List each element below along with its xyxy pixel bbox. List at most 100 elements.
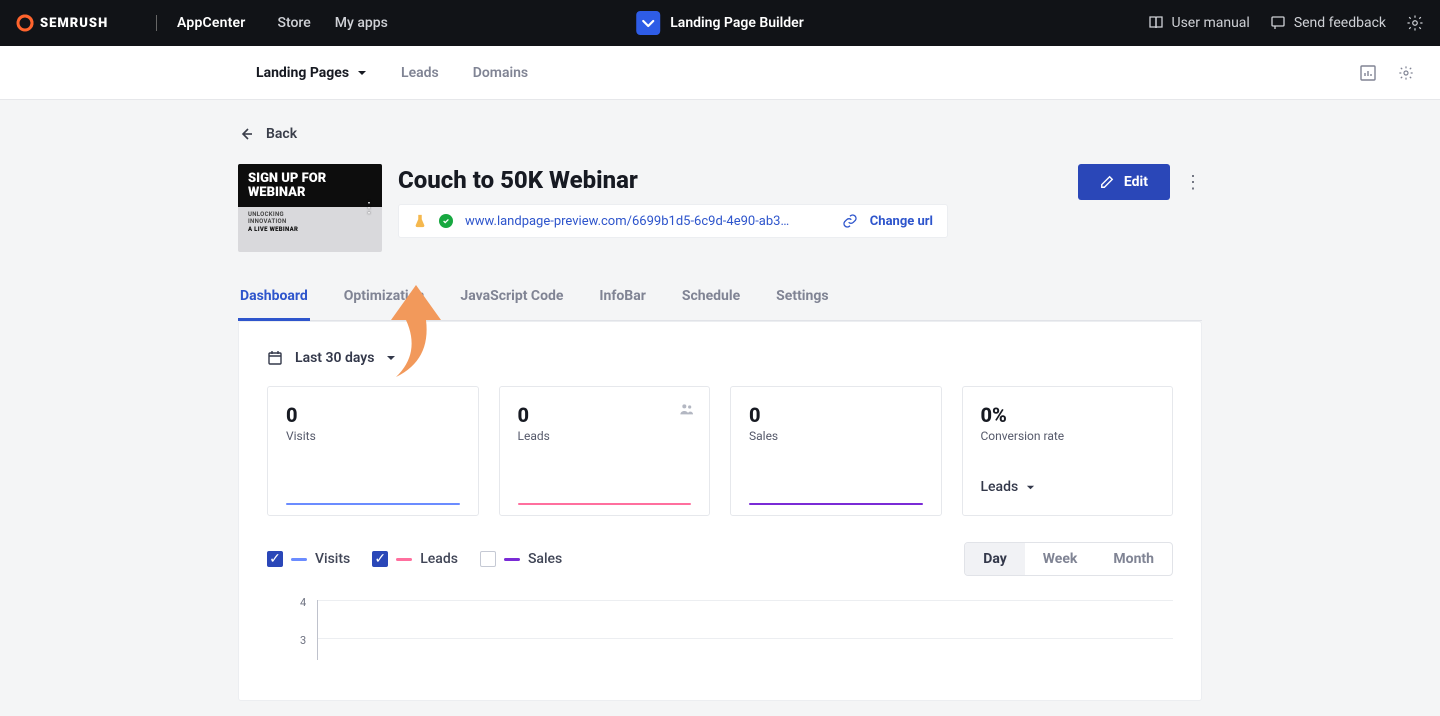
card-visits: 0 Visits <box>267 386 479 516</box>
chart-area: 4 3 <box>317 600 1173 660</box>
thumb-line1: SIGN UP FOR <box>248 172 372 186</box>
page-kebab-menu[interactable]: ⋮ <box>1184 172 1202 193</box>
caret-down-icon <box>1026 483 1035 492</box>
metric-cards: 0 Visits 0 Leads 0 Sales 0% Conversion r… <box>267 386 1173 516</box>
dashboard-panel: Last 30 days 0 Visits 0 Leads 0 Sales 0% <box>238 321 1202 701</box>
legend-visits[interactable]: ✓ Visits <box>267 551 350 567</box>
app-logo-icon <box>636 11 660 35</box>
edit-label: Edit <box>1124 174 1148 190</box>
leads-label: Leads <box>518 429 692 443</box>
svg-text:SEMRUSH: SEMRUSH <box>40 16 108 31</box>
checkbox-sales[interactable] <box>480 551 496 567</box>
settings-icon-button[interactable] <box>1396 63 1416 83</box>
tab-javascript[interactable]: JavaScript Code <box>458 288 565 320</box>
conversion-selector-label: Leads <box>981 479 1019 495</box>
conversion-label: Conversion rate <box>981 429 1155 443</box>
topbar-right: User manual Send feedback <box>1148 14 1425 32</box>
leads-sparkline <box>518 503 692 505</box>
chart-controls: ✓ Visits ✓ Leads Sales Day Week M <box>267 542 1173 576</box>
checkbox-visits[interactable]: ✓ <box>267 551 283 567</box>
check-circle-icon <box>439 214 453 228</box>
page-title: Couch to 50K Webinar <box>398 166 1062 194</box>
thumbnail-kebab-icon[interactable]: ⋮ <box>362 200 376 216</box>
legend-sales[interactable]: Sales <box>480 551 562 567</box>
visits-label: Visits <box>286 429 460 443</box>
calendar-icon <box>267 350 283 366</box>
arrow-left-icon <box>238 126 254 142</box>
tab-optimization[interactable]: Optimization <box>342 288 427 320</box>
feedback-icon <box>1270 15 1286 31</box>
legend-leads-label: Leads <box>420 551 458 567</box>
caret-down-icon <box>386 353 396 363</box>
legend-visits-label: Visits <box>315 551 350 567</box>
gear-icon <box>1406 14 1424 32</box>
legend-leads[interactable]: ✓ Leads <box>372 551 458 567</box>
analytics-icon-button[interactable] <box>1358 63 1378 83</box>
sub-navbar: Landing Pages Leads Domains <box>0 46 1440 100</box>
change-url-button[interactable]: Change url <box>870 214 933 229</box>
checkbox-leads[interactable]: ✓ <box>372 551 388 567</box>
sales-value: 0 <box>749 403 923 427</box>
primary-section-dropdown[interactable]: Landing Pages <box>256 65 367 81</box>
subnav-domains[interactable]: Domains <box>473 65 528 81</box>
subnav-leads[interactable]: Leads <box>401 65 439 81</box>
caret-down-icon <box>357 68 367 78</box>
send-feedback-link[interactable]: Send feedback <box>1270 15 1386 31</box>
range-week[interactable]: Week <box>1025 543 1096 575</box>
gear-icon <box>1398 65 1414 81</box>
sales-label: Sales <box>749 429 923 443</box>
conversion-metric-selector[interactable]: Leads <box>981 479 1036 495</box>
page-url[interactable]: www.landpage-preview.com/6699b1d5-6c9d-4… <box>465 214 830 229</box>
bar-chart-icon <box>1360 65 1376 81</box>
conversion-value: 0% <box>981 403 1155 427</box>
sales-sparkline <box>749 503 923 505</box>
card-conversion: 0% Conversion rate Leads <box>962 386 1174 516</box>
edit-button[interactable]: Edit <box>1078 164 1170 200</box>
page-tabs: Dashboard Optimization JavaScript Code I… <box>238 288 1202 321</box>
user-manual-link[interactable]: User manual <box>1148 15 1250 31</box>
brand-block[interactable]: SEMRUSH AppCenter <box>16 14 246 32</box>
beaker-icon <box>413 214 427 228</box>
thumb-line2: WEBINAR <box>248 186 372 200</box>
y-tick-3: 3 <box>300 634 306 647</box>
thumb-line3b: INNOVATION <box>248 218 287 225</box>
book-icon <box>1148 15 1164 31</box>
range-day[interactable]: Day <box>965 543 1025 575</box>
nav-link-store[interactable]: Store <box>278 15 311 31</box>
card-sales: 0 Sales <box>730 386 942 516</box>
header-actions: Edit ⋮ <box>1078 164 1202 200</box>
settings-gear-button[interactable] <box>1406 14 1424 32</box>
tab-schedule[interactable]: Schedule <box>680 288 742 320</box>
semrush-logo-icon: SEMRUSH <box>16 14 136 32</box>
pencil-icon <box>1100 175 1114 189</box>
page-container: Back SIGN UP FOR WEBINAR UNLOCKING INNOV… <box>238 100 1202 701</box>
app-title-block: Landing Page Builder <box>636 11 804 35</box>
page-thumbnail[interactable]: SIGN UP FOR WEBINAR UNLOCKING INNOVATION… <box>238 164 382 252</box>
visits-value: 0 <box>286 403 460 427</box>
top-nav: Store My apps <box>278 15 388 31</box>
visits-sparkline <box>286 503 460 505</box>
chart-legend: ✓ Visits ✓ Leads Sales <box>267 551 562 567</box>
range-month[interactable]: Month <box>1095 543 1172 575</box>
date-range-dropdown[interactable]: Last 30 days <box>267 350 1173 366</box>
sub-nav-items: Leads Domains <box>401 65 528 81</box>
legend-sales-label: Sales <box>528 551 562 567</box>
leads-value: 0 <box>518 403 692 427</box>
nav-link-myapps[interactable]: My apps <box>335 15 388 31</box>
primary-section-label: Landing Pages <box>256 65 349 81</box>
brand-subtitle: AppCenter <box>177 15 246 31</box>
url-box: www.landpage-preview.com/6699b1d5-6c9d-4… <box>398 204 948 238</box>
send-feedback-label: Send feedback <box>1294 15 1386 31</box>
chart-range-group: Day Week Month <box>964 542 1173 576</box>
y-tick-4: 4 <box>300 596 306 609</box>
link-icon[interactable] <box>842 213 858 229</box>
swatch-sales <box>504 558 520 561</box>
tab-dashboard[interactable]: Dashboard <box>238 288 310 321</box>
tab-settings[interactable]: Settings <box>774 288 830 320</box>
swatch-visits <box>291 558 307 561</box>
thumb-line3a: UNLOCKING <box>248 211 284 218</box>
back-button[interactable]: Back <box>238 126 1202 142</box>
people-icon <box>679 401 695 417</box>
card-leads: 0 Leads <box>499 386 711 516</box>
tab-infobar[interactable]: InfoBar <box>597 288 647 320</box>
